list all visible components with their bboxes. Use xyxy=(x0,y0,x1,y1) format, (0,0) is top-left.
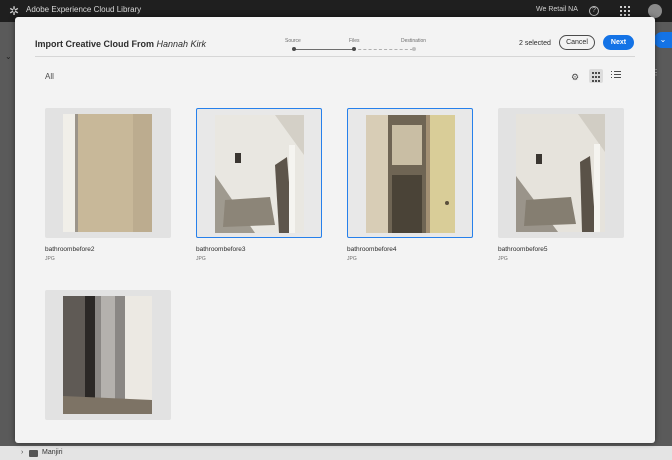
import-dialog: Import Creative Cloud From Hannah Kirk S… xyxy=(15,17,655,443)
asset-name: bathroombefore5 xyxy=(498,246,548,253)
filter-all-label[interactable]: All xyxy=(45,72,54,81)
user-avatar[interactable] xyxy=(648,4,662,18)
step-source-dot xyxy=(292,47,296,51)
adobe-aem-logo-icon[interactable]: ✲ xyxy=(7,4,21,18)
org-switcher[interactable]: We Retail NA xyxy=(536,6,578,13)
asset-photo xyxy=(215,115,304,233)
asset-photo xyxy=(63,296,152,414)
asset-photo xyxy=(366,115,455,233)
asset-card[interactable] xyxy=(45,290,171,420)
asset-photo xyxy=(63,114,152,232)
background-folder-row: › Manjiri xyxy=(0,446,672,460)
header-divider xyxy=(35,56,635,57)
dialog-title-prefix: Import Creative Cloud From xyxy=(35,39,155,49)
chevron-down-icon: ⌄ xyxy=(5,52,12,61)
asset-thumbnail[interactable] xyxy=(196,108,322,238)
asset-thumbnail[interactable] xyxy=(498,108,624,238)
step-destination-dot xyxy=(412,47,416,51)
step-source-label: Source xyxy=(285,38,301,44)
wizard-stepper: Source Files Destination xyxy=(285,37,427,57)
asset-thumbnail[interactable] xyxy=(45,108,171,238)
folder-icon xyxy=(29,450,38,457)
grid-view-icon[interactable] xyxy=(589,69,603,83)
asset-type: JPG xyxy=(498,256,508,262)
app-title: Adobe Experience Cloud Library xyxy=(26,5,142,14)
step-progress-line xyxy=(293,49,353,50)
step-remaining-line xyxy=(353,49,413,50)
asset-thumbnail[interactable] xyxy=(347,108,473,238)
asset-name: bathroombefore3 xyxy=(196,246,246,253)
folder-name: Manjiri xyxy=(42,449,63,456)
dialog-title-user: Hannah Kirk xyxy=(156,39,207,49)
selection-count: 2 selected xyxy=(519,40,551,47)
apps-grid-icon[interactable] xyxy=(620,6,630,16)
expand-arrow-icon: › xyxy=(21,449,24,456)
step-files-label: Files xyxy=(349,38,360,44)
asset-thumbnail[interactable] xyxy=(45,290,171,420)
step-files-dot xyxy=(352,47,356,51)
list-view-icon[interactable] xyxy=(611,71,621,81)
cancel-button[interactable]: Cancel xyxy=(559,35,595,50)
asset-type: JPG xyxy=(196,256,206,262)
asset-card[interactable]: bathroombefore5 JPG xyxy=(498,108,624,262)
help-icon[interactable]: ? xyxy=(589,6,599,16)
dialog-title: Import Creative Cloud From Hannah Kirk xyxy=(35,39,206,49)
asset-type: JPG xyxy=(45,256,55,262)
asset-card[interactable]: bathroombefore2 JPG xyxy=(45,108,171,262)
asset-name: bathroombefore4 xyxy=(347,246,397,253)
next-button[interactable]: Next xyxy=(603,35,634,50)
asset-name: bathroombefore2 xyxy=(45,246,95,253)
create-dropdown-button: ⌄ xyxy=(654,32,672,48)
asset-card[interactable]: bathroombefore4 JPG xyxy=(347,108,473,262)
asset-photo xyxy=(516,114,605,232)
asset-card[interactable]: bathroombefore3 JPG xyxy=(196,108,322,262)
gear-icon[interactable]: ⚙ xyxy=(571,72,579,83)
step-destination-label: Destination xyxy=(401,38,427,44)
asset-type: JPG xyxy=(347,256,357,262)
